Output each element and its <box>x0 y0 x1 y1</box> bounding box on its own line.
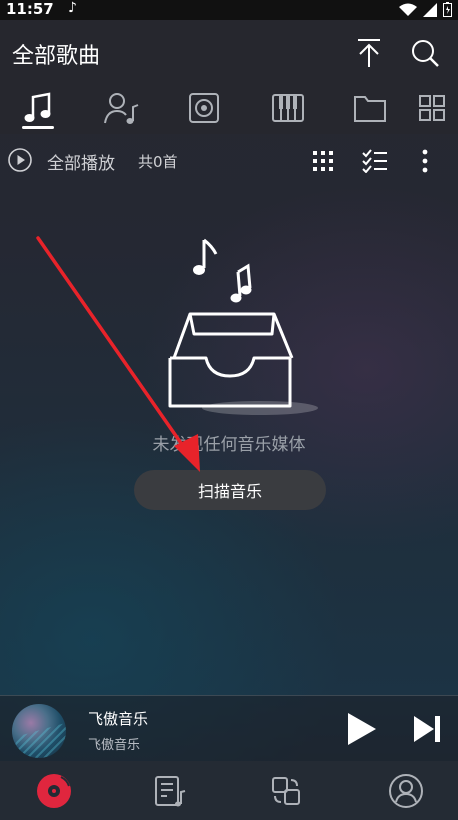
status-bar: 11:57 ♪ <box>0 0 458 20</box>
wifi-icon <box>399 3 417 16</box>
category-tabs <box>0 86 458 132</box>
piano-icon <box>272 94 304 122</box>
scan-music-button[interactable]: 扫描音乐 <box>134 470 326 510</box>
multi-select-grid-button[interactable] <box>310 148 336 174</box>
music-note-icon <box>24 92 51 122</box>
folder-icon <box>354 96 386 122</box>
checklist-button[interactable] <box>362 148 388 174</box>
dots-grid-icon <box>313 151 333 171</box>
track-title: 飞傲音乐 <box>88 710 149 728</box>
tab-genres[interactable] <box>266 86 310 130</box>
album-cover[interactable] <box>12 704 66 758</box>
grid-icon <box>419 95 445 121</box>
tab-songs[interactable] <box>16 86 60 130</box>
skip-next-icon <box>414 716 440 742</box>
more-options-button[interactable] <box>412 148 438 174</box>
empty-box-music-icon <box>168 238 318 415</box>
tab-artists[interactable] <box>100 86 144 130</box>
upload-button[interactable] <box>352 36 386 70</box>
tab-folders[interactable] <box>348 86 392 130</box>
track-artist: 飞傲音乐 <box>88 738 141 753</box>
arrow-up-icon <box>358 39 380 67</box>
tab-more[interactable] <box>410 86 454 130</box>
vinyl-icon <box>37 774 71 808</box>
song-count: 共0首 <box>138 153 178 171</box>
playlist-icon <box>155 776 186 807</box>
signal-icon <box>423 2 437 17</box>
bottom-navigation <box>0 761 458 820</box>
nav-music[interactable] <box>34 771 74 811</box>
next-button[interactable] <box>408 710 446 748</box>
more-vertical-icon <box>422 149 428 173</box>
play-all-icon[interactable] <box>8 148 32 172</box>
search-icon <box>412 40 439 67</box>
system-icons <box>399 2 452 17</box>
play-all-button[interactable]: 全部播放 <box>47 149 115 174</box>
transfer-icon <box>272 777 300 805</box>
nav-switch[interactable] <box>266 771 306 811</box>
mini-player[interactable]: 飞傲音乐 飞傲音乐 <box>0 695 458 762</box>
checklist-icon <box>362 149 387 173</box>
search-button[interactable] <box>408 36 442 70</box>
artist-icon <box>104 93 139 124</box>
battery-icon <box>443 2 452 17</box>
user-icon <box>389 774 423 808</box>
play-button[interactable] <box>342 710 380 748</box>
notification-music-icon: ♪ <box>68 0 77 16</box>
list-toolbar: 全部播放 共0首 <box>0 140 458 180</box>
status-time: 11:57 <box>6 0 54 18</box>
album-icon <box>189 93 219 123</box>
empty-message: 未发现任何音乐媒体 <box>152 435 306 455</box>
nav-playlists[interactable] <box>150 771 190 811</box>
active-tab-indicator <box>22 126 54 129</box>
play-icon <box>348 713 376 745</box>
tab-albums[interactable] <box>182 86 226 130</box>
page-title: 全部歌曲 <box>12 44 101 69</box>
nav-profile[interactable] <box>386 771 426 811</box>
